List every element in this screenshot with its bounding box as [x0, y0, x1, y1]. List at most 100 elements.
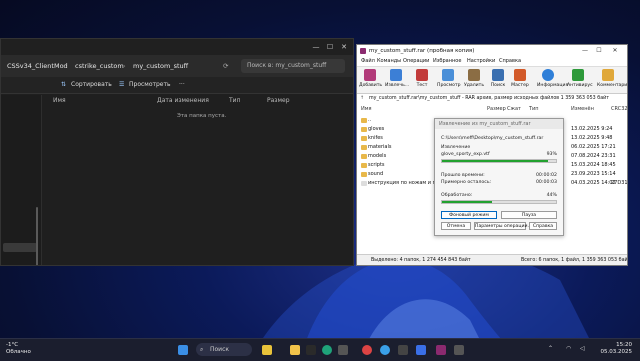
maximize-button[interactable]: ☐	[593, 45, 605, 57]
options-button[interactable]: Параметры операции...	[474, 222, 532, 230]
sort-button[interactable]: Сортировать	[71, 81, 112, 88]
weather-widget[interactable]: -1°C Облачно	[6, 342, 31, 356]
folder-icon	[361, 163, 367, 168]
help-button[interactable]: Справка	[529, 222, 557, 230]
winrar-title: my_custom_stuff.rar (пробная копия)	[369, 48, 475, 54]
more-button[interactable]: ···	[179, 81, 185, 88]
background-button[interactable]: Фоновый режим	[441, 211, 497, 219]
folder-icon	[361, 118, 367, 123]
app-icon[interactable]	[416, 345, 426, 355]
column-type[interactable]: Тип	[229, 97, 241, 104]
weather-temp: -1°C	[6, 342, 19, 348]
cancel-button[interactable]: Отмена	[441, 222, 471, 230]
extract-label: Извлечение	[441, 145, 471, 150]
extraction-dialog: Извлечение из my_custom_stuff.rar C:\Use…	[434, 118, 564, 236]
edge-icon[interactable]	[322, 345, 332, 355]
taskbar-search[interactable]: ⌕ Поиск	[196, 343, 252, 356]
menu-favorites[interactable]: Избранное	[433, 58, 461, 64]
comment-button[interactable]: Комментарий	[597, 69, 627, 88]
widget-icon[interactable]	[262, 345, 272, 355]
status-selected: Выделено: 4 папок, 1 274 454 843 байт	[371, 258, 471, 263]
elapsed-value: 00:00:02	[535, 173, 557, 178]
view-icon	[442, 69, 454, 81]
column-name[interactable]: Имя	[53, 97, 66, 104]
search-icon	[492, 69, 504, 81]
nav-selected-item[interactable]	[3, 243, 37, 252]
breadcrumb-item[interactable]: cstrike_custom	[75, 62, 124, 70]
minimize-button[interactable]: —	[579, 45, 591, 57]
comment-icon	[602, 69, 614, 81]
delete-button[interactable]: Удалить	[463, 69, 485, 88]
test-button[interactable]: Тест	[411, 69, 433, 88]
sort-icon: ⇅	[61, 81, 67, 88]
remaining-label: Примерно осталось:	[441, 180, 492, 185]
info-button[interactable]: Информация	[537, 69, 568, 88]
folder-icon	[361, 127, 367, 132]
column-size[interactable]: Размер	[267, 97, 290, 104]
winrar-taskbar-icon[interactable]	[436, 345, 446, 355]
file-explorer-window: — ☐ ✕ CSSv34_ClientMod › cstrike_custom …	[0, 38, 354, 266]
menu-operations[interactable]: Операции	[403, 58, 429, 64]
find-button[interactable]: Поиск	[487, 69, 509, 88]
wizard-icon	[514, 69, 526, 81]
explorer-titlebar: — ☐ ✕	[1, 39, 353, 55]
file-progress-fill	[442, 160, 549, 162]
column-size[interactable]: Размер	[487, 106, 506, 112]
processed-percent: 44%	[546, 193, 557, 198]
chevron-right-icon: ›	[63, 62, 66, 70]
nav-scrollbar[interactable]	[36, 207, 38, 265]
app-icon[interactable]	[454, 345, 464, 355]
menu-help[interactable]: Справка	[499, 58, 521, 64]
winrar-titlebar: my_custom_stuff.rar (пробная копия) — ☐ …	[357, 45, 627, 57]
menu-settings[interactable]: Настройки	[467, 58, 495, 64]
column-date[interactable]: Дата изменения	[157, 97, 209, 104]
total-progress-fill	[442, 201, 493, 203]
menu-commands[interactable]: Команды	[377, 58, 401, 64]
close-button[interactable]: ✕	[337, 42, 351, 52]
taskbar: -1°C Облачно ⌕ Поиск ⌃ ◠ ◁ 15:20 05.03.2…	[0, 338, 640, 361]
maximize-button[interactable]: ☐	[323, 42, 337, 52]
status-bar: Выделено: 4 папок, 1 274 454 843 байт Вс…	[357, 254, 628, 265]
start-icon[interactable]	[178, 345, 188, 355]
column-packed[interactable]: Сжат	[507, 106, 521, 112]
volume-icon[interactable]: ◁	[580, 345, 590, 355]
current-file-name: glove_sporty_exp.vtf	[441, 152, 490, 157]
extract-button[interactable]: Извлечь...	[385, 69, 409, 88]
breadcrumb-item[interactable]: my_custom_stuff	[133, 62, 188, 70]
weather-status: Облачно	[6, 349, 31, 355]
taskview-icon[interactable]	[306, 345, 316, 355]
app-icon[interactable]	[398, 345, 408, 355]
clock-date: 05.03.2025	[600, 349, 633, 355]
view-icon: ☰	[119, 81, 125, 88]
info-icon	[542, 69, 554, 81]
status-total: Всего: 6 папок, 1 файл, 1 359 363 053 ба…	[521, 258, 628, 263]
column-modified[interactable]: Изменён	[571, 106, 594, 112]
antivirus-icon	[572, 69, 584, 81]
store-icon[interactable]	[338, 345, 348, 355]
chrome-icon[interactable]	[362, 345, 372, 355]
close-button[interactable]: ✕	[609, 45, 621, 57]
clock[interactable]: 15:20 05.03.2025	[601, 342, 633, 356]
telegram-icon[interactable]	[380, 345, 390, 355]
refresh-icon[interactable]: ⟳	[223, 62, 228, 70]
search-icon: ⌕	[200, 346, 204, 353]
file-explorer-icon[interactable]	[290, 345, 300, 355]
view-button[interactable]: Просмотр	[437, 69, 461, 88]
up-arrow-icon[interactable]: ↑	[360, 94, 364, 104]
menu-file[interactable]: Файл	[361, 58, 375, 64]
antivirus-button[interactable]: Антивирус	[567, 69, 593, 88]
search-input[interactable]: Поиск в: my_custom_stuff	[241, 59, 345, 73]
wifi-icon[interactable]: ◠	[566, 345, 576, 355]
toolbar: Добавить Извлечь... Тест Просмотр Удалит…	[357, 67, 627, 94]
tray-chevron-icon[interactable]: ⌃	[548, 345, 558, 355]
breadcrumb-item[interactable]: CSSv34_ClientMod	[7, 62, 68, 70]
minimize-button[interactable]: —	[309, 42, 323, 52]
view-button[interactable]: Просмотреть	[129, 81, 171, 88]
add-button[interactable]: Добавить	[359, 69, 382, 88]
pause-button[interactable]: Пауза	[501, 211, 557, 219]
column-name[interactable]: Имя	[361, 106, 372, 112]
column-crc[interactable]: CRC32	[611, 106, 627, 112]
wizard-button[interactable]: Мастер	[509, 69, 531, 88]
column-type[interactable]: Тип	[529, 106, 539, 112]
chevron-right-icon: ›	[123, 62, 126, 70]
